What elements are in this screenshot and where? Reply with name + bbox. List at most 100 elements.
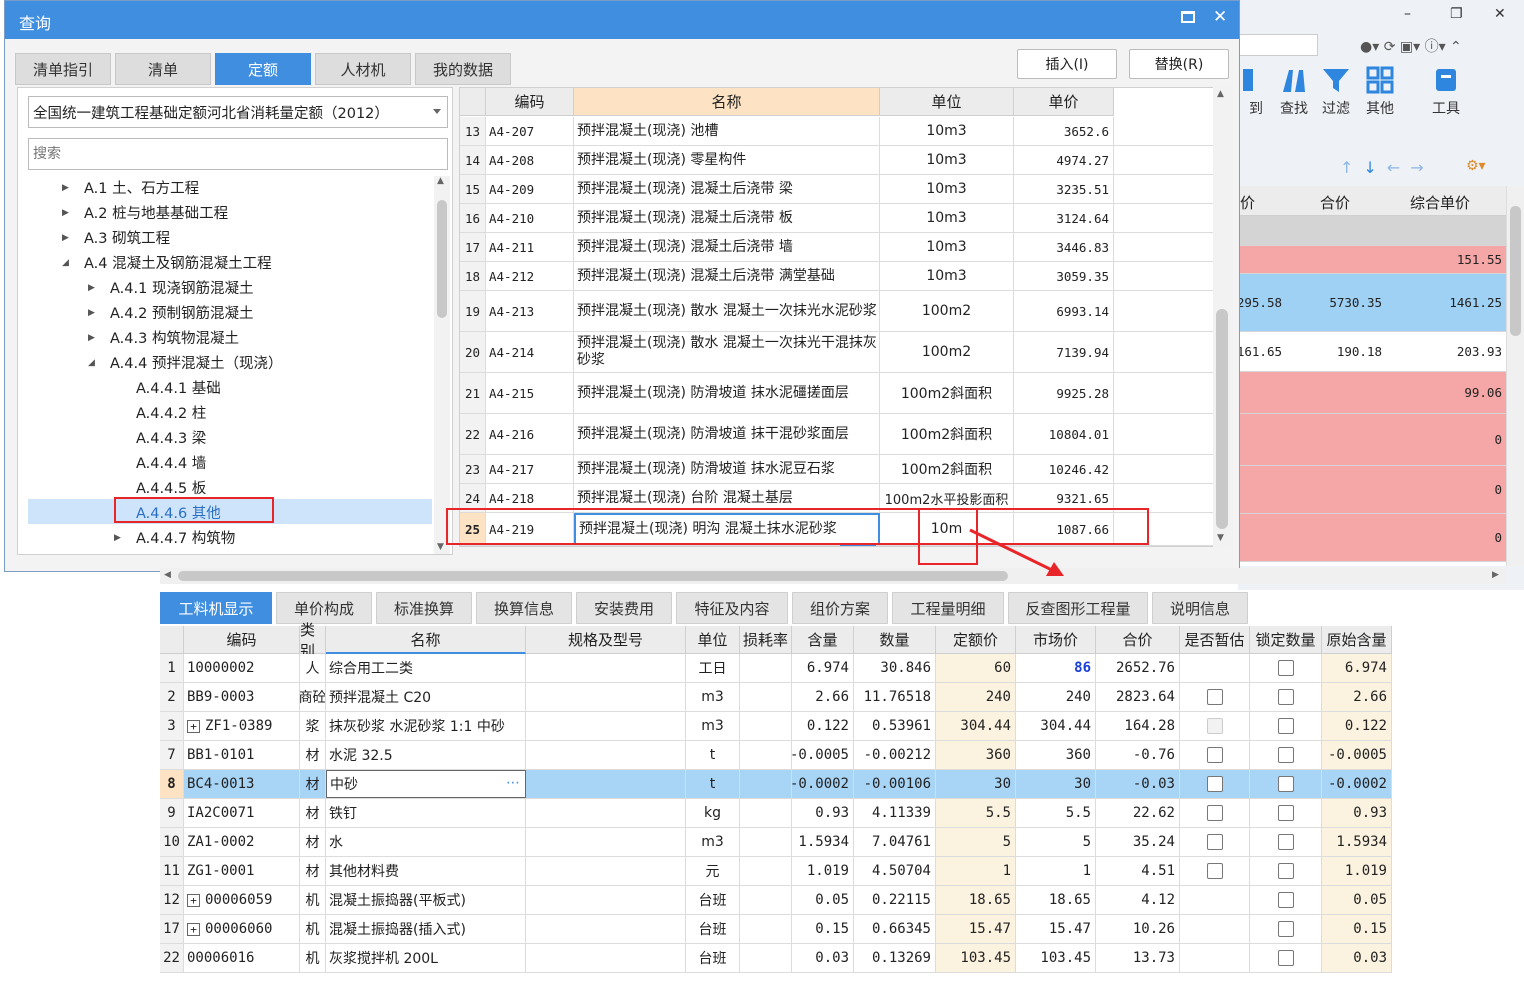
tool-tools[interactable]: 工具 <box>1420 66 1472 118</box>
estimate-checkbox[interactable] <box>1206 776 1223 792</box>
col-code-header[interactable]: 编码 <box>486 88 574 116</box>
lock-checkbox[interactable] <box>1277 950 1294 966</box>
quota-row[interactable]: 21 A4-215 预拌混凝土(现浇) 防滑坡道 抹水泥礓搓面层 100m2斜面积 99… <box>460 373 1214 414</box>
lock-checkbox[interactable] <box>1277 718 1294 734</box>
tree-node[interactable]: A.4.4.4 墙 <box>114 450 206 475</box>
quota-row[interactable]: 15 A4-209 预拌混凝土(现浇) 混凝土后浇带 梁 10m3 3235.51 <box>460 175 1214 204</box>
background-row[interactable]: 295.58 5730.35 1461.25 <box>1237 274 1510 332</box>
replace-button[interactable]: 替换(R) <box>1129 49 1229 79</box>
labor-material-row[interactable]: 1 10000002 人综合用工二类 工日 6.974 30.846 60 86 2652.76… <box>160 654 1392 683</box>
tab-my-data[interactable]: 我的数据 <box>415 53 511 85</box>
maximize-icon[interactable] <box>1181 11 1195 23</box>
tab-list-guide[interactable]: 清单指引 <box>15 53 111 85</box>
estimate-checkbox-cell[interactable] <box>1180 915 1250 943</box>
collapsed-triangle-icon[interactable]: ▶ <box>62 208 74 218</box>
lock-checkbox-cell[interactable] <box>1250 915 1322 943</box>
col-name-header[interactable]: 名称 <box>574 88 880 116</box>
tree-node[interactable]: A.4.4.5 板 <box>114 475 206 500</box>
background-scrollbar[interactable] <box>1506 186 1524 566</box>
tree-node[interactable]: ◢ A.4.4 预拌混凝土（现浇） <box>88 350 282 375</box>
tree-node[interactable]: ▶ A.4.3 构筑物混凝土 <box>88 325 239 350</box>
quota-row[interactable]: 16 A4-210 预拌混凝土(现浇) 混凝土后浇带 板 10m3 3124.64 <box>460 204 1214 233</box>
library-select[interactable]: 全国统一建筑工程基础定额河北省消耗量定额（2012） <box>28 96 448 128</box>
labor-material-row[interactable]: 8 BC4-0013 材中砂 t -0.0002 -0.00106 30 30 -0.03 -0.… <box>160 770 1392 799</box>
lock-checkbox[interactable] <box>1277 689 1294 705</box>
lock-checkbox-cell[interactable] <box>1250 944 1322 972</box>
tree-node[interactable]: ◢ A.4 混凝土及钢筋混凝土工程 <box>62 250 272 275</box>
col-header-lock[interactable]: 锁定数量 <box>1250 626 1322 654</box>
collapsed-triangle-icon[interactable]: ▶ <box>88 283 100 293</box>
detail-tab[interactable]: 说明信息 <box>1152 592 1248 624</box>
tree-node[interactable]: ▶ A.4.4.7 构筑物 <box>114 525 235 550</box>
collapsed-triangle-icon[interactable]: ▶ <box>88 308 100 318</box>
tree-node[interactable]: A.4.4.3 梁 <box>114 425 206 450</box>
detail-tab[interactable]: 特征及内容 <box>676 592 788 624</box>
col-unit-header[interactable]: 单位 <box>880 88 1014 116</box>
dialog-titlebar[interactable]: 查询 ✕ <box>5 1 1239 39</box>
quota-row[interactable]: 25 A4-219 预拌混凝土(现浇) 明沟 混凝土抹水泥砂浆 10m 1087.66 <box>460 513 1214 546</box>
col-header-total[interactable]: 合价 <box>1096 626 1180 654</box>
lock-checkbox[interactable] <box>1277 660 1294 676</box>
detail-tab[interactable]: 组价方案 <box>792 592 888 624</box>
quick-search-box[interactable] <box>1238 34 1318 56</box>
estimate-checkbox-cell[interactable] <box>1180 683 1250 711</box>
expand-icon[interactable]: + <box>187 893 200 907</box>
lock-checkbox[interactable] <box>1277 747 1294 763</box>
estimate-checkbox-cell[interactable] <box>1180 799 1250 827</box>
tab-labor-material[interactable]: 人材机 <box>315 53 411 85</box>
quota-row[interactable]: 24 A4-218 预拌混凝土(现浇) 台阶 混凝土基层 100m2水平投影面积 932… <box>460 484 1214 513</box>
expanded-triangle-icon[interactable]: ◢ <box>62 258 74 268</box>
quota-grid-scrollbar[interactable]: ▲ ▼ <box>1213 87 1231 547</box>
estimate-checkbox-cell[interactable] <box>1180 828 1250 856</box>
tree-node[interactable]: ▶ A.3 砌筑工程 <box>62 225 170 250</box>
labor-material-row[interactable]: 22 00006016 机灰浆搅拌机 200L 台班 0.03 0.13269 103.45… <box>160 944 1392 973</box>
estimate-checkbox[interactable] <box>1206 747 1223 763</box>
lock-checkbox-cell[interactable] <box>1250 886 1322 914</box>
tree-node[interactable]: A.4.4.1 基础 <box>114 375 221 400</box>
detail-tab[interactable]: 工程量明细 <box>892 592 1004 624</box>
col-header-spec[interactable]: 规格及型号 <box>526 626 686 654</box>
tree-node[interactable]: ▶ A.4.1 现浇钢筋混凝土 <box>88 275 253 300</box>
close-icon[interactable]: ✕ <box>1213 7 1227 27</box>
search-input[interactable] <box>28 138 448 170</box>
detail-tab[interactable]: 安装费用 <box>576 592 672 624</box>
detail-tab[interactable]: 换算信息 <box>476 592 572 624</box>
lock-checkbox[interactable] <box>1277 863 1294 879</box>
collapsed-triangle-icon[interactable]: ▶ <box>114 533 126 543</box>
background-row[interactable] <box>1238 216 1510 246</box>
col-header-market[interactable]: 市场价 <box>1016 626 1096 654</box>
move-arrows[interactable]: ↑↓←→ <box>1340 158 1434 177</box>
quota-row[interactable]: 20 A4-214 预拌混凝土(现浇) 散水 混凝土一次抹光干混抹灰砂浆 100m2 7… <box>460 332 1214 373</box>
background-row[interactable]: 99.06 <box>1238 372 1510 414</box>
estimate-checkbox-cell[interactable] <box>1180 712 1250 740</box>
tree-scrollbar[interactable]: ▲ ▼ <box>434 176 450 554</box>
detail-tab[interactable]: 反查图形工程量 <box>1008 592 1148 624</box>
insert-button[interactable]: 插入(I) <box>1017 49 1117 79</box>
labor-material-row[interactable]: 3 + ZF1-0389 浆抹灰砂浆 水泥砂浆 1:1 中砂 m3 0.122 0.5396… <box>160 712 1392 741</box>
labor-material-row[interactable]: 7 BB1-0101 材水泥 32.5 t -0.0005 -0.00212 360 360-… <box>160 741 1392 770</box>
quota-row[interactable]: 14 A4-208 预拌混凝土(现浇) 零星构件 10m3 4974.27 <box>460 146 1214 175</box>
labor-material-row[interactable]: 10 ZA1-0002 材水 m3 1.5934 7.04761 5 5 35.24 1.5934 <box>160 828 1392 857</box>
quota-row[interactable]: 19 A4-213 预拌混凝土(现浇) 散水 混凝土一次抹光水泥砂浆 100m2 699… <box>460 291 1214 332</box>
quota-row[interactable]: 17 A4-211 预拌混凝土(现浇) 混凝土后浇带 墙 10m3 3446.83 <box>460 233 1214 262</box>
lock-checkbox-cell[interactable] <box>1250 828 1322 856</box>
lock-checkbox[interactable] <box>1277 805 1294 821</box>
lock-checkbox-cell[interactable] <box>1250 683 1322 711</box>
lock-checkbox-cell[interactable] <box>1250 857 1322 885</box>
background-row[interactable]: 0 <box>1238 414 1510 466</box>
col-header-loss[interactable]: 损耗率 <box>740 626 792 654</box>
col-header-code[interactable]: 编码 <box>184 626 300 654</box>
lock-checkbox[interactable] <box>1277 834 1294 850</box>
expand-icon[interactable]: + <box>187 922 200 936</box>
lock-checkbox-cell[interactable] <box>1250 770 1322 798</box>
collapsed-triangle-icon[interactable]: ▶ <box>62 183 74 193</box>
more-options-icon[interactable]: ⋯ <box>506 775 520 791</box>
background-row[interactable]: 151.55 <box>1238 246 1510 274</box>
collapsed-triangle-icon[interactable]: ▶ <box>62 233 74 243</box>
col-header-orig[interactable]: 原始含量 <box>1322 626 1392 654</box>
col-header-unit[interactable]: 单位 <box>686 626 740 654</box>
lock-checkbox[interactable] <box>1277 892 1294 908</box>
lock-checkbox[interactable] <box>1277 921 1294 937</box>
tree-node[interactable]: A.4.4.6 其他 <box>114 500 221 525</box>
labor-material-row[interactable]: 11 ZG1-0001 材其他材料费元 1.019 4.50704 1 1 4.51 1.019 <box>160 857 1392 886</box>
